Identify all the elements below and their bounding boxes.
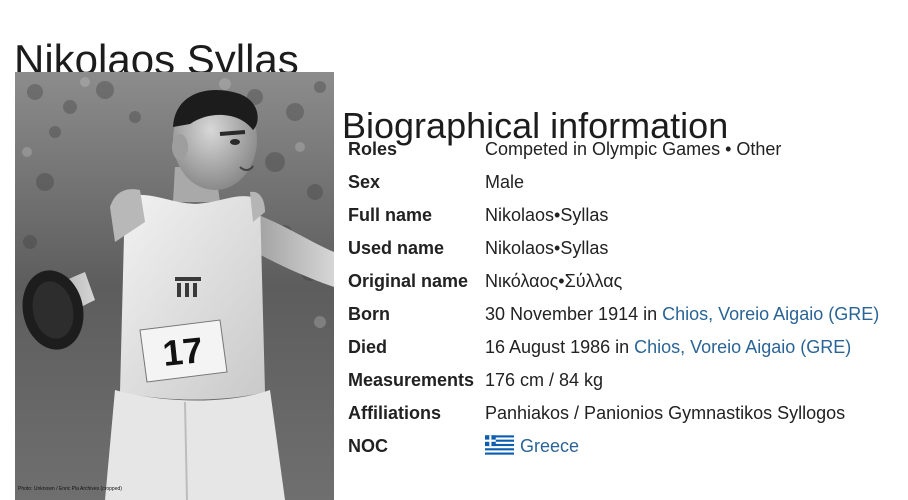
greece-flag-icon [485,435,514,455]
bio-label: NOC [348,436,388,456]
born-date: 30 November 1914 in [485,304,663,324]
noc-link-greece[interactable]: Greece [520,436,579,456]
bio-row-full-name: Full name Nikolaos•Syllas [344,199,879,232]
bio-value: Νικόλαος•Σύλλας [485,271,623,291]
bio-label: Original name [348,271,469,291]
bio-value: Competed in Olympic Games • Other [485,139,782,159]
bio-label: Born [348,304,390,324]
svg-text:17: 17 [161,329,205,374]
bio-label: Roles [348,139,398,159]
bio-label: Affiliations [348,403,441,423]
bio-row-born: Born 30 November 1914 in Chios, Voreio A… [344,298,879,331]
bio-row-affiliations: Affiliations Panhiakos / Panionios Gymna… [344,397,879,430]
bio-row-used-name: Used name Nikolaos•Syllas [344,232,879,265]
birthplace-link[interactable]: Chios, Voreio Aigaio (GRE) [662,304,879,324]
death-date: 16 August 1986 in [485,337,635,357]
athlete-photo: 17 Photo: Unknown / Enric Pla Archives (… [15,72,334,500]
bio-row-died: Died 16 August 1986 in Chios, Voreio Aig… [344,331,879,364]
bio-value: 16 August 1986 in Chios, Voreio Aigaio (… [485,331,879,364]
deathplace-link[interactable]: Chios, Voreio Aigaio (GRE) [634,337,851,357]
bio-label: Sex [348,172,381,192]
bio-label: Measurements [348,370,475,390]
bio-value: Nikolaos•Syllas [485,205,609,225]
bio-value: Panhiakos / Panionios Gymnastikos Syllog… [485,403,846,423]
bio-value: 30 November 1914 in Chios, Voreio Aigaio… [485,298,879,331]
biography-table: Roles Competed in Olympic Games • Other … [344,133,879,463]
bio-row-measurements: Measurements 176 cm / 84 kg [344,364,879,397]
bio-value: Greece [485,430,879,463]
athlete-photo-image: 17 [15,72,334,500]
bio-value: Nikolaos•Syllas [485,238,609,258]
bio-row-roles: Roles Competed in Olympic Games • Other [344,133,879,166]
bio-row-sex: Sex Male [344,166,879,199]
bio-label: Used name [348,238,445,258]
photo-credit: Photo: Unknown / Enric Pla Archives (cro… [18,486,122,492]
bio-label: Full name [348,205,433,225]
bio-value: Male [485,172,525,192]
bio-value: 176 cm / 84 kg [485,370,604,390]
bio-row-noc: NOC Greece [344,430,879,463]
bio-row-original-name: Original name Νικόλαος•Σύλλας [344,265,879,298]
bio-label: Died [348,337,388,357]
